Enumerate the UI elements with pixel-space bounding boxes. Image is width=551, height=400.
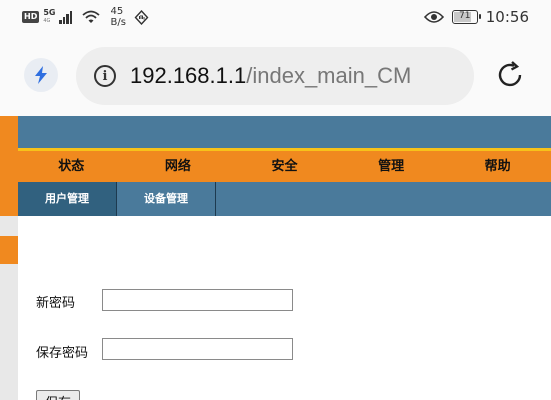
battery-level: 71: [459, 11, 471, 21]
network-type-label: 5G: [43, 8, 56, 17]
main-nav: 状态 网络 安全 管理 帮助: [18, 151, 551, 182]
lightning-icon: [35, 66, 47, 84]
new-password-label: 新密码: [36, 296, 76, 311]
save-button[interactable]: 保存: [36, 390, 80, 400]
battery-icon: 71: [451, 10, 481, 24]
save-password-input[interactable]: [102, 338, 293, 360]
status-left: HD 5G 4G 45 B/s: [22, 6, 149, 28]
password-form: 新密码 保存密码 保存: [18, 216, 551, 400]
signal-icon: [59, 10, 73, 24]
info-icon[interactable]: i: [94, 65, 116, 87]
left-strip-accent-top: [0, 116, 18, 216]
nav-item-network[interactable]: 网络: [125, 151, 232, 182]
new-password-input[interactable]: [102, 289, 293, 311]
nav-item-management[interactable]: 管理: [338, 151, 445, 182]
eye-icon: [423, 11, 444, 23]
save-password-label: 保存密码: [36, 346, 89, 361]
wifi-icon: [82, 10, 101, 23]
hd-badge: HD: [22, 11, 40, 23]
status-bar: HD 5G 4G 45 B/s 71 10:56: [0, 0, 551, 36]
hand-icon: [134, 9, 149, 25]
sub-nav: 用户管理 设备管理: [18, 182, 551, 216]
url-host: 192.168.1.1: [130, 63, 247, 88]
nav-item-status[interactable]: 状态: [18, 151, 125, 182]
tab-device-management[interactable]: 设备管理: [117, 182, 216, 216]
speed-unit: B/s: [110, 17, 126, 28]
left-strip-accent-bottom: [0, 236, 18, 264]
url-text[interactable]: 192.168.1.1/index_main_CM: [130, 63, 450, 89]
lightning-button[interactable]: [24, 58, 58, 92]
network-speed: 45 B/s: [110, 6, 125, 28]
clock: 10:56: [485, 8, 529, 26]
address-bar[interactable]: i 192.168.1.1/index_main_CM: [76, 47, 474, 105]
nav-item-security[interactable]: 安全: [231, 151, 338, 182]
header-band: [18, 116, 551, 148]
reload-icon: [498, 61, 522, 87]
status-right: 71 10:56: [423, 8, 529, 26]
tab-user-management[interactable]: 用户管理: [18, 182, 117, 216]
network-sub-label: 4G: [43, 18, 51, 24]
router-page: 状态 网络 安全 管理 帮助 用户管理 设备管理 新密码 保存密码 保存: [0, 116, 551, 400]
reload-button[interactable]: [493, 58, 527, 92]
network-type: 5G 4G: [43, 9, 55, 25]
url-path: /index_main_CM: [246, 63, 412, 88]
browser-toolbar: i 192.168.1.1/index_main_CM: [0, 36, 551, 116]
nav-item-help[interactable]: 帮助: [444, 151, 551, 182]
speed-value: 45: [110, 6, 124, 17]
